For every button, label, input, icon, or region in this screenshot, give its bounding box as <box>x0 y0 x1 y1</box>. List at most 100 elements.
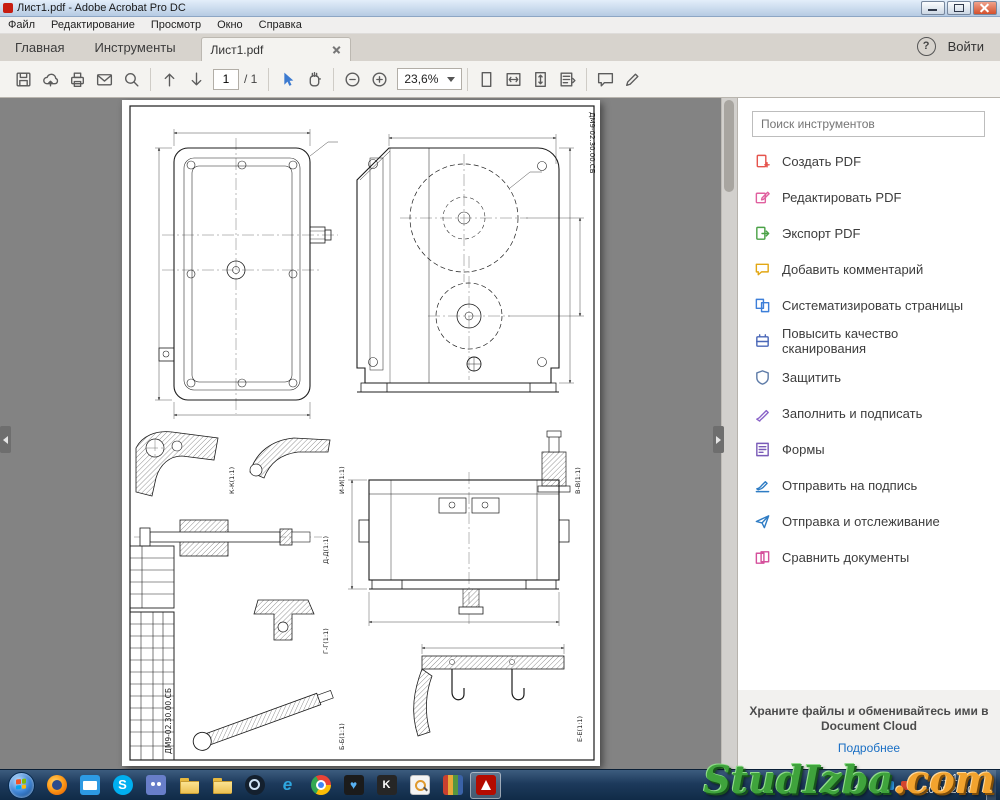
taskbar-heart-app[interactable]: ♥ <box>338 772 369 799</box>
pencil-icon <box>623 70 642 89</box>
taskbar-library[interactable] <box>437 772 468 799</box>
view-top <box>155 129 338 419</box>
tools-pane-toggle[interactable] <box>713 426 724 453</box>
main-toolbar: / 1 23,6% <box>0 61 1000 98</box>
fit-page-button[interactable] <box>527 66 554 93</box>
menu-item-edit[interactable]: Редактирование <box>43 19 143 31</box>
zoom-out-icon <box>343 70 362 89</box>
menu-item-file[interactable]: Файл <box>0 19 43 31</box>
pdf-page: ДМ9-02.30.00.СБ <box>122 100 600 766</box>
scrollbar-thumb[interactable] <box>724 100 734 192</box>
show-desktop-button[interactable] <box>986 770 996 800</box>
tool-item-label: Формы <box>782 442 825 457</box>
taskbar-steam[interactable] <box>239 772 270 799</box>
tool-item-export-pdf[interactable]: Экспорт PDF <box>738 215 1000 251</box>
tab-tools[interactable]: Инструменты <box>79 34 190 61</box>
clock-date: 10.03.2020 <box>923 785 973 797</box>
designation-top: ДМ9-02.30.00.СБ <box>588 112 596 174</box>
learn-more-link[interactable]: Подробнее <box>838 741 900 755</box>
detail-kk: К-К(1:1) <box>136 432 236 496</box>
tools-search-input[interactable] <box>752 111 985 137</box>
save-button[interactable] <box>10 66 37 93</box>
next-page-button[interactable] <box>183 66 210 93</box>
window-controls <box>921 1 997 15</box>
tool-item-forms[interactable]: Формы <box>738 431 1000 467</box>
upload-cloud-button[interactable] <box>37 66 64 93</box>
tray-icon-red[interactable] <box>901 781 910 790</box>
tool-item-compare-documents[interactable]: Сравнить документы <box>738 539 1000 575</box>
menu-item-window[interactable]: Окно <box>209 19 251 31</box>
highlight-button[interactable] <box>619 66 646 93</box>
tray-icon-green[interactable] <box>869 781 878 790</box>
start-button[interactable] <box>8 772 35 799</box>
fit-width-button[interactable] <box>500 66 527 93</box>
tab-close-icon[interactable] <box>332 45 341 54</box>
taskbar-folder-1[interactable] <box>173 772 204 799</box>
help-button[interactable]: ? <box>917 37 936 56</box>
sign-in-button[interactable]: Войти <box>948 39 984 54</box>
taskbar-k-app[interactable]: K <box>371 772 402 799</box>
detail-vv: В-В(1:1) <box>538 431 582 494</box>
print-button[interactable] <box>64 66 91 93</box>
previous-page-button[interactable] <box>156 66 183 93</box>
zoom-in-button[interactable] <box>366 66 393 93</box>
taskbar-folder-2[interactable] <box>206 772 237 799</box>
tab-home[interactable]: Главная <box>0 34 79 61</box>
tray-icon-blue[interactable] <box>885 781 894 790</box>
acrobat-app-icon <box>3 3 13 13</box>
label-ii: И-И(1:1) <box>338 466 346 494</box>
clock-time: 2:31 <box>923 773 973 785</box>
menu-item-view[interactable]: Просмотр <box>143 19 209 31</box>
promo-text-line2: Document Cloud <box>738 719 1000 734</box>
system-tray: 2:31 10.03.2020 <box>854 770 1000 800</box>
hand-tool-button[interactable] <box>301 66 328 93</box>
taskbar-firefox[interactable] <box>41 772 72 799</box>
document-cloud-promo: Храните файлы и обменивайтесь ими в Docu… <box>738 690 1000 770</box>
comment-button[interactable] <box>592 66 619 93</box>
nav-pane-toggle[interactable] <box>0 426 11 453</box>
tool-item-enhance-scans[interactable]: Повысить качество сканирования <box>738 323 1000 359</box>
taskbar-acrobat[interactable] <box>470 772 501 799</box>
tool-item-add-comment[interactable]: Добавить комментарий <box>738 251 1000 287</box>
arrow-down-icon <box>187 70 206 89</box>
taskbar-search-app[interactable] <box>404 772 435 799</box>
floppy-icon <box>14 70 33 89</box>
acrobat-window: Лист1.pdf - Adobe Acrobat Pro DC Файл Ре… <box>0 0 1000 800</box>
email-button[interactable] <box>91 66 118 93</box>
select-tool-button[interactable] <box>274 66 301 93</box>
single-page-view-button[interactable] <box>473 66 500 93</box>
tool-item-fill-sign[interactable]: Заполнить и подписать <box>738 395 1000 431</box>
tool-item-create-pdf[interactable]: Создать PDF <box>738 143 1000 179</box>
document-tab[interactable]: Лист1.pdf <box>201 37 351 61</box>
heart-app-icon: ♥ <box>344 775 364 795</box>
tool-item-protect[interactable]: Защитить <box>738 359 1000 395</box>
tool-item-label: Повысить качество сканирования <box>782 326 984 356</box>
tray-expand-icon[interactable] <box>854 783 862 788</box>
maximize-button[interactable] <box>947 1 971 15</box>
taskbar-mail[interactable] <box>74 772 105 799</box>
taskbar-discord[interactable] <box>140 772 171 799</box>
tool-item-organize-pages[interactable]: Систематизировать страницы <box>738 287 1000 323</box>
menu-item-help[interactable]: Справка <box>251 19 310 31</box>
toolbar-separator <box>150 68 151 91</box>
minimize-button[interactable] <box>921 1 945 15</box>
minimize-icon <box>928 9 937 11</box>
close-button[interactable] <box>973 1 997 15</box>
taskbar-ie[interactable]: e <box>272 772 303 799</box>
taskbar-chrome[interactable] <box>305 772 336 799</box>
find-button[interactable] <box>118 66 145 93</box>
tool-item-label: Сравнить документы <box>782 550 909 565</box>
single-page-icon <box>477 70 496 89</box>
folder-icon <box>179 775 199 795</box>
zoom-out-button[interactable] <box>339 66 366 93</box>
view-menu-button[interactable] <box>554 66 581 93</box>
tool-item-edit-pdf[interactable]: Редактировать PDF <box>738 179 1000 215</box>
zoom-level-select[interactable]: 23,6% <box>397 68 462 90</box>
tool-item-send-track[interactable]: Отправка и отслеживание <box>738 503 1000 539</box>
organize-pages-icon <box>754 297 771 314</box>
taskbar-skype[interactable]: S <box>107 772 138 799</box>
page-number-input[interactable] <box>213 69 239 90</box>
compare-documents-icon <box>754 549 771 566</box>
tool-item-send-for-signature[interactable]: Отправить на подпись <box>738 467 1000 503</box>
taskbar-clock[interactable]: 2:31 10.03.2020 <box>917 773 979 797</box>
